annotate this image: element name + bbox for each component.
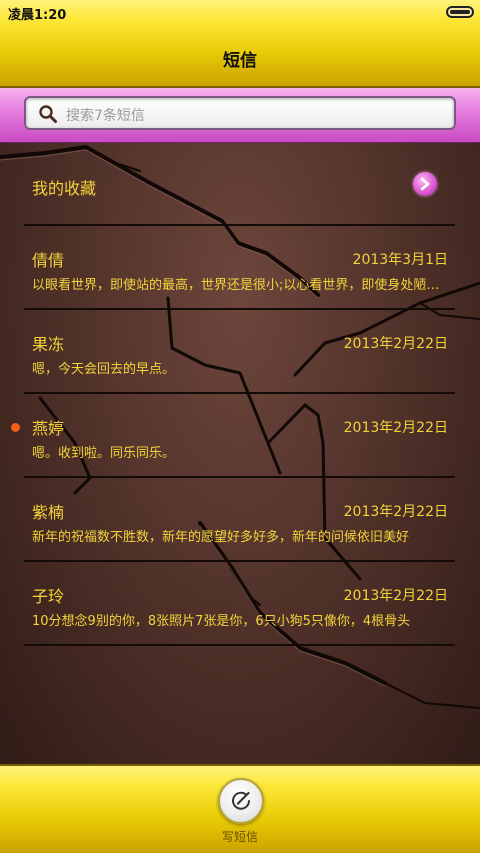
conversation-item[interactable]: 果冻 2013年2月22日 嗯，今天会回去的早点。: [0, 309, 480, 393]
search-input[interactable]: 搜索7条短信: [24, 96, 456, 130]
unread-indicator: [11, 423, 20, 432]
contact-name: 果冻: [32, 335, 65, 354]
contact-name: 燕婷: [32, 419, 65, 438]
search-icon: [38, 104, 58, 124]
favorites-item[interactable]: 我的收藏: [0, 143, 480, 225]
page-title: 短信: [223, 51, 257, 71]
contact-name: 紫楠: [32, 503, 65, 522]
title-bar: 凌晨1:20 短信: [0, 0, 480, 88]
battery-icon: [446, 6, 474, 18]
bottom-toolbar: 写短信: [0, 764, 480, 853]
message-date: 2013年2月22日: [343, 336, 448, 352]
message-preview: 10分想念9别的你，8张照片7张是你，6只小狗5只像你，4根骨头: [32, 614, 411, 629]
message-date: 2013年3月1日: [352, 252, 448, 268]
message-date: 2013年2月22日: [343, 504, 448, 520]
message-preview: 以眼看世界，即使站的最高，世界还是很小;以心看世界，即使身处陋室，世界还是很大: [32, 278, 450, 293]
message-date: 2013年2月22日: [343, 588, 448, 604]
divider: [24, 644, 455, 646]
status-time: 凌晨1:20: [8, 8, 67, 23]
chevron-right-icon[interactable]: [413, 172, 437, 196]
conversation-item[interactable]: 紫楠 2013年2月22日 新年的祝福数不胜数，新年的愿望好多好多，新年的问候依…: [0, 477, 480, 561]
message-date: 2013年2月22日: [343, 420, 448, 436]
search-band: 搜索7条短信: [0, 88, 480, 143]
conversation-item[interactable]: 子玲 2013年2月22日 10分想念9别的你，8张照片7张是你，6只小狗5只像…: [0, 561, 480, 645]
compose-label: 写短信: [221, 830, 258, 844]
message-preview: 嗯，今天会回去的早点。: [32, 362, 176, 377]
message-preview: 新年的祝福数不胜数，新年的愿望好多好多，新年的问候依旧美好: [32, 530, 410, 545]
compose-button[interactable]: [218, 778, 264, 824]
sms-app-screen: 凌晨1:20 短信 搜索7条短信 我的收藏 倩倩 2013年3月1日 以眼看世界…: [0, 0, 480, 853]
contact-name: 倩倩: [32, 251, 65, 270]
search-placeholder: 搜索7条短信: [66, 108, 145, 124]
conversation-item[interactable]: 燕婷 2013年2月22日 嗯。收到啦。同乐同乐。: [0, 393, 480, 477]
favorites-label: 我的收藏: [32, 179, 97, 198]
contact-name: 子玲: [32, 587, 65, 606]
conversation-item[interactable]: 倩倩 2013年3月1日 以眼看世界，即使站的最高，世界还是很小;以心看世界，即…: [0, 225, 480, 309]
conversation-list: 我的收藏 倩倩 2013年3月1日 以眼看世界，即使站的最高，世界还是很小;以心…: [0, 143, 480, 764]
message-preview: 嗯。收到啦。同乐同乐。: [32, 446, 176, 461]
